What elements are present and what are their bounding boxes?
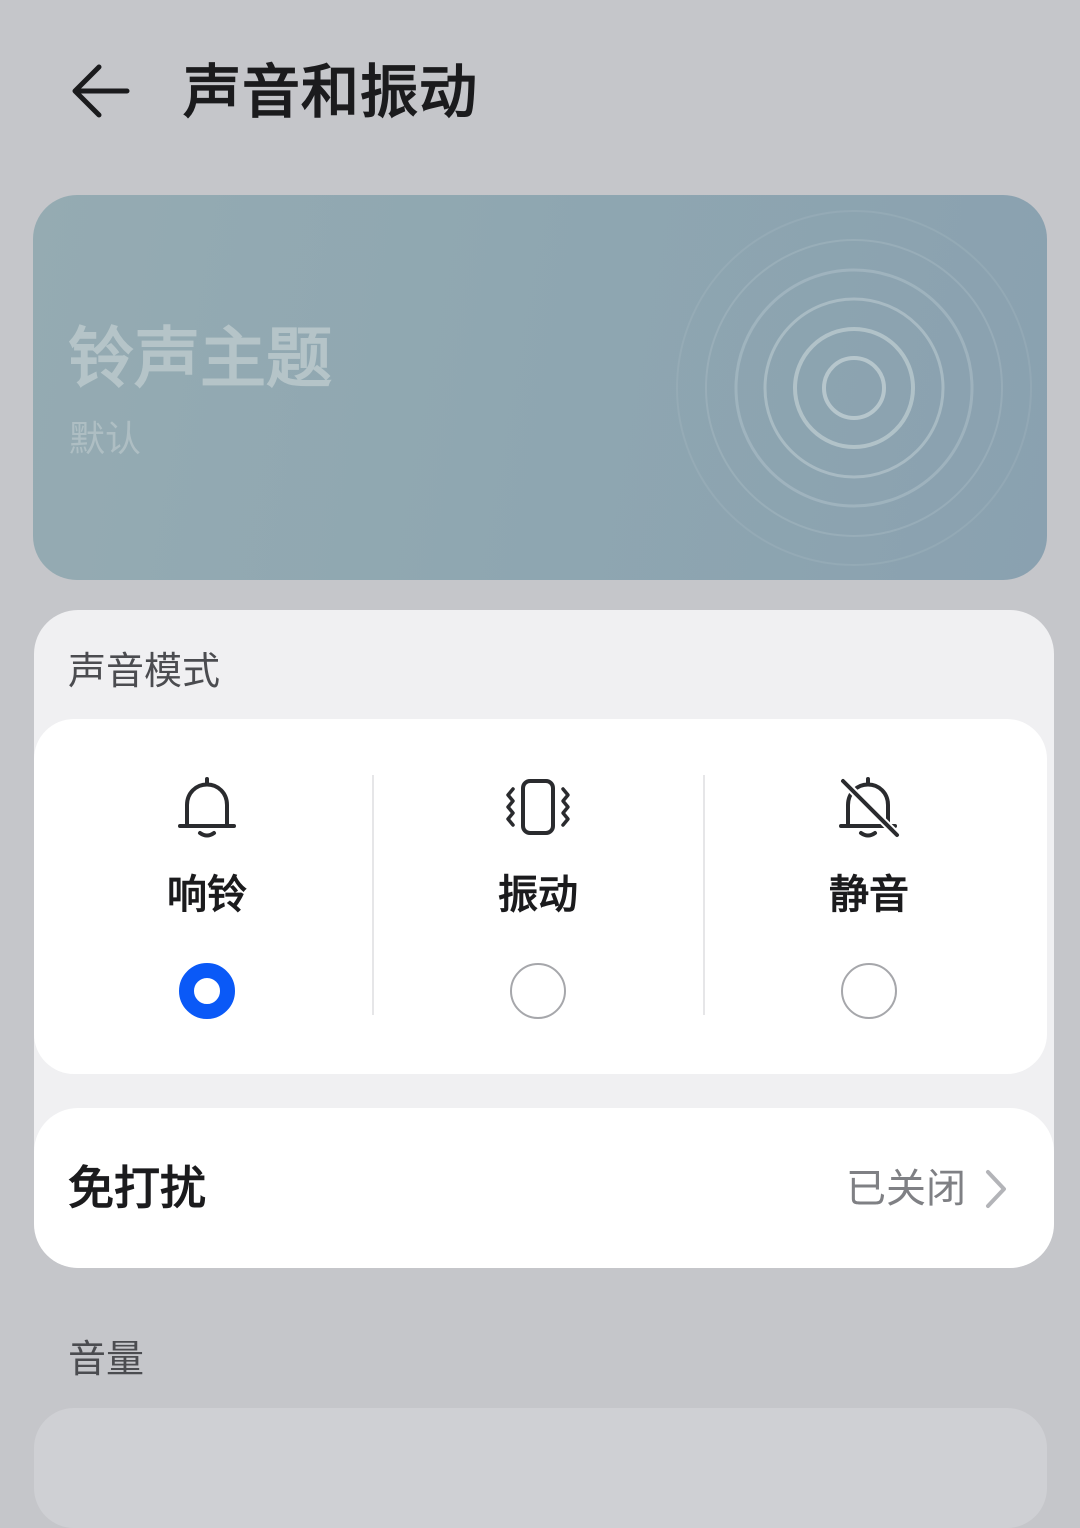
sound-mode-panel: 声音模式 响铃 振动 静音 免打扰 已关闭 bbox=[34, 610, 1054, 1268]
radio-ring[interactable] bbox=[179, 963, 235, 1019]
ringtone-theme-value: 默认 bbox=[69, 419, 142, 460]
ringtone-theme-title: 铃声主题 bbox=[68, 320, 332, 397]
back-arrow-icon bbox=[72, 64, 130, 118]
mode-label-vibrate: 振动 bbox=[498, 872, 578, 918]
header-bar: 声音和振动 bbox=[0, 0, 1080, 180]
radio-vibrate[interactable] bbox=[510, 963, 566, 1019]
volume-card bbox=[34, 1408, 1047, 1528]
ringtone-theme-card[interactable]: 铃声主题 默认 bbox=[33, 195, 1047, 580]
sound-mode-selector: 响铃 振动 静音 bbox=[34, 719, 1047, 1074]
mode-label-silent: 静音 bbox=[829, 872, 909, 918]
mode-option-vibrate[interactable]: 振动 bbox=[373, 719, 703, 1074]
bell-off-icon bbox=[839, 777, 901, 839]
vibrate-icon bbox=[506, 779, 570, 835]
back-button[interactable] bbox=[60, 56, 140, 126]
mode-option-ring[interactable]: 响铃 bbox=[42, 719, 372, 1074]
sound-ripple-icon bbox=[676, 210, 1032, 566]
do-not-disturb-label: 免打扰 bbox=[68, 1161, 206, 1215]
do-not-disturb-status: 已关闭 bbox=[846, 1166, 966, 1212]
chevron-right-icon bbox=[986, 1170, 1006, 1208]
volume-section-label: 音量 bbox=[68, 1337, 145, 1381]
radio-silent[interactable] bbox=[841, 963, 897, 1019]
bell-icon bbox=[178, 777, 236, 838]
do-not-disturb-row[interactable]: 免打扰 已关闭 bbox=[34, 1108, 1054, 1268]
sound-mode-label: 声音模式 bbox=[68, 649, 221, 693]
mode-label-ring: 响铃 bbox=[167, 872, 247, 918]
mode-option-silent[interactable]: 静音 bbox=[704, 719, 1034, 1074]
page-title: 声音和振动 bbox=[183, 58, 479, 126]
